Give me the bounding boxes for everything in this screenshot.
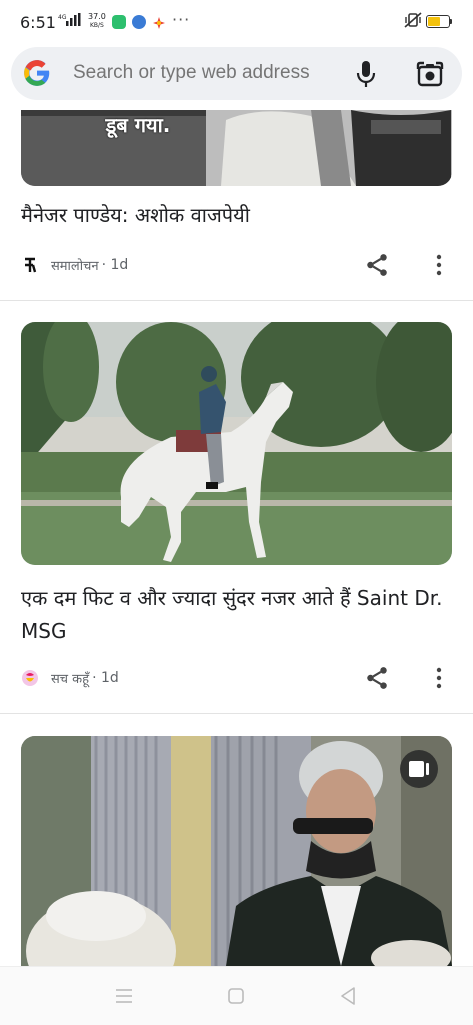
more-options-icon[interactable] — [431, 665, 447, 691]
card-divider — [0, 300, 473, 301]
battery-level — [428, 17, 441, 26]
camera-lens-icon[interactable] — [415, 60, 445, 88]
article-image[interactable]: डूब गया. — [21, 110, 452, 186]
share-icon[interactable] — [364, 665, 390, 691]
source-name[interactable]: समालोचन — [51, 256, 99, 274]
more-options-icon[interactable] — [431, 252, 447, 278]
source-logo-icon — [22, 670, 38, 686]
app-notification-icon — [132, 15, 146, 29]
photos-app-icon — [152, 15, 166, 29]
more-dots-icon: ··· — [172, 10, 191, 29]
menu-icon[interactable] — [112, 985, 136, 1007]
article-headline[interactable]: एक दम फिट व और ज्यादा सुंदर नजर आते हैं … — [21, 582, 456, 650]
home-icon[interactable] — [224, 985, 248, 1007]
source-name[interactable]: सच कहूँ — [51, 669, 89, 687]
signal-icon: 4G — [58, 13, 86, 30]
source-logo-icon — [25, 257, 37, 273]
message-app-icon — [112, 15, 126, 29]
battery-tip — [450, 19, 452, 24]
vibrate-mute-icon — [404, 12, 422, 32]
network-speed-unit: KB/S — [89, 22, 104, 29]
system-navigation-bar — [0, 966, 473, 1025]
article-image[interactable] — [21, 736, 452, 966]
status-time: 6:51 — [20, 13, 56, 32]
article-image-caption: डूब गया. — [105, 113, 171, 137]
card-divider — [0, 713, 473, 714]
search-bar[interactable] — [11, 47, 462, 100]
article-meta: समालोचन · 1d — [21, 253, 128, 277]
microphone-icon[interactable] — [355, 60, 377, 88]
search-input[interactable] — [73, 62, 343, 84]
battery-icon — [426, 15, 450, 28]
article-age: · 1d — [101, 257, 129, 273]
share-icon[interactable] — [364, 252, 390, 278]
google-logo-icon — [24, 60, 50, 86]
article-image[interactable] — [21, 322, 452, 565]
article-age: · 1d — [92, 670, 119, 686]
article-meta: सच कहूँ · 1d — [21, 666, 119, 690]
network-speed: 37.0 KB/S — [88, 12, 106, 30]
article-headline[interactable]: मैनेजर पाण्डेय: अशोक वाजपेयी — [21, 199, 456, 232]
network-type: 4G — [58, 14, 67, 21]
status-bar: 6:51 4G 37.0 KB/S ··· — [0, 0, 473, 44]
back-icon[interactable] — [336, 985, 360, 1007]
video-badge-icon — [400, 750, 438, 788]
network-speed-value: 37.0 — [88, 12, 106, 21]
